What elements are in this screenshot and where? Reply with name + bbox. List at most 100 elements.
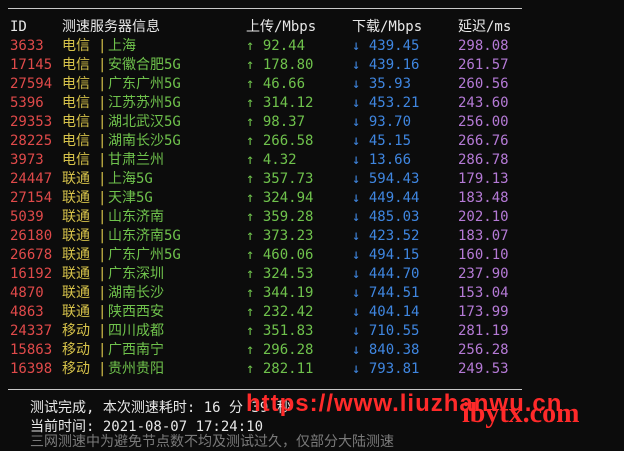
latency-value: 153.04 bbox=[458, 285, 509, 301]
download-speed: ↓ 710.55 bbox=[352, 323, 420, 339]
upload-speed: ↑ 324.94 bbox=[246, 190, 314, 206]
server-id: 24447 bbox=[10, 171, 53, 187]
upload-speed: ↑ 266.58 bbox=[246, 133, 314, 149]
server-id: 16192 bbox=[10, 266, 53, 282]
download-speed: ↓ 840.38 bbox=[352, 342, 420, 358]
separator: | bbox=[98, 361, 107, 377]
download-speed: ↓ 594.43 bbox=[352, 171, 420, 187]
server-id: 26180 bbox=[10, 228, 53, 244]
download-speed: ↓ 485.03 bbox=[352, 209, 420, 225]
download-speed: ↓ 494.15 bbox=[352, 247, 420, 263]
latency-value: 173.99 bbox=[458, 304, 509, 320]
latency-value: 237.90 bbox=[458, 266, 509, 282]
download-speed: ↓ 404.14 bbox=[352, 304, 420, 320]
download-speed: ↓ 35.93 bbox=[352, 76, 412, 92]
isp-name: 电信 bbox=[62, 152, 90, 168]
server-location: 上海 bbox=[108, 38, 136, 54]
server-id: 5396 bbox=[10, 95, 44, 111]
separator: | bbox=[98, 190, 107, 206]
download-speed: ↓ 439.16 bbox=[352, 57, 420, 73]
upload-speed: ↑ 344.19 bbox=[246, 285, 314, 301]
server-location: 四川成都 bbox=[108, 323, 164, 339]
latency-value: 281.19 bbox=[458, 323, 509, 339]
isp-name: 移动 bbox=[62, 361, 90, 377]
latency-value: 256.28 bbox=[458, 342, 509, 358]
server-id: 26678 bbox=[10, 247, 53, 263]
header-download: 下载/Mbps bbox=[352, 19, 423, 35]
server-location: 广东广州5G bbox=[108, 76, 181, 92]
separator: | bbox=[98, 247, 107, 263]
upload-speed: ↑ 46.66 bbox=[246, 76, 306, 92]
download-speed: ↓ 93.70 bbox=[352, 114, 412, 130]
download-speed: ↓ 423.52 bbox=[352, 228, 420, 244]
isp-name: 电信 bbox=[62, 38, 90, 54]
download-speed: ↓ 449.44 bbox=[352, 190, 420, 206]
header-id: ID bbox=[10, 19, 27, 35]
separator: | bbox=[98, 171, 107, 187]
latency-value: 286.78 bbox=[458, 152, 509, 168]
upload-speed: ↑ 359.28 bbox=[246, 209, 314, 225]
server-id: 4870 bbox=[10, 285, 44, 301]
separator: | bbox=[98, 209, 107, 225]
server-location: 上海5G bbox=[108, 171, 153, 187]
server-location: 湖南长沙 bbox=[108, 285, 164, 301]
server-id: 15863 bbox=[10, 342, 53, 358]
server-location: 陕西西安 bbox=[108, 304, 164, 320]
server-location: 甘肃兰州 bbox=[108, 152, 164, 168]
terminal-window: ID 测速服务器信息 上传/Mbps 下载/Mbps 延迟/ms 3633 电信 |… bbox=[0, 0, 624, 450]
isp-name: 联通 bbox=[62, 171, 90, 187]
server-id: 17145 bbox=[10, 57, 53, 73]
isp-name: 电信 bbox=[62, 57, 90, 73]
separator: | bbox=[98, 266, 107, 282]
server-location: 湖北武汉5G bbox=[108, 114, 181, 130]
separator: | bbox=[98, 323, 107, 339]
separator: | bbox=[98, 133, 107, 149]
isp-name: 移动 bbox=[62, 323, 90, 339]
isp-name: 联通 bbox=[62, 228, 90, 244]
server-id: 27154 bbox=[10, 190, 53, 206]
server-id: 27594 bbox=[10, 76, 53, 92]
download-speed: ↓ 439.45 bbox=[352, 38, 420, 54]
server-id: 28225 bbox=[10, 133, 53, 149]
upload-speed: ↑ 92.44 bbox=[246, 38, 306, 54]
divider-top bbox=[8, 8, 522, 9]
download-speed: ↓ 793.81 bbox=[352, 361, 420, 377]
server-id: 16398 bbox=[10, 361, 53, 377]
upload-speed: ↑ 4.32 bbox=[246, 152, 297, 168]
isp-name: 联通 bbox=[62, 304, 90, 320]
isp-name: 联通 bbox=[62, 209, 90, 225]
isp-name: 电信 bbox=[62, 133, 90, 149]
latency-value: 249.53 bbox=[458, 361, 509, 377]
latency-value: 183.48 bbox=[458, 190, 509, 206]
latency-value: 298.08 bbox=[458, 38, 509, 54]
server-id: 3973 bbox=[10, 152, 44, 168]
server-location: 广西南宁 bbox=[108, 342, 164, 358]
server-location: 天津5G bbox=[108, 190, 153, 206]
separator: | bbox=[98, 38, 107, 54]
server-id: 4863 bbox=[10, 304, 44, 320]
separator: | bbox=[98, 114, 107, 130]
server-location: 山东济南5G bbox=[108, 228, 181, 244]
latency-value: 261.57 bbox=[458, 57, 509, 73]
upload-speed: ↑ 351.83 bbox=[246, 323, 314, 339]
upload-speed: ↑ 282.11 bbox=[246, 361, 314, 377]
download-speed: ↓ 453.21 bbox=[352, 95, 420, 111]
upload-speed: ↑ 314.12 bbox=[246, 95, 314, 111]
upload-speed: ↑ 324.53 bbox=[246, 266, 314, 282]
upload-speed: ↑ 357.73 bbox=[246, 171, 314, 187]
server-location: 湖南长沙5G bbox=[108, 133, 181, 149]
upload-speed: ↑ 460.06 bbox=[246, 247, 314, 263]
server-location: 山东济南 bbox=[108, 209, 164, 225]
latency-value: 266.76 bbox=[458, 133, 509, 149]
upload-speed: ↑ 296.28 bbox=[246, 342, 314, 358]
server-location: 贵州贵阳 bbox=[108, 361, 164, 377]
upload-speed: ↑ 178.80 bbox=[246, 57, 314, 73]
isp-name: 电信 bbox=[62, 76, 90, 92]
latency-value: 256.00 bbox=[458, 114, 509, 130]
server-location: 广东广州5G bbox=[108, 247, 181, 263]
server-location: 安徽合肥5G bbox=[108, 57, 181, 73]
server-location: 江苏苏州5G bbox=[108, 95, 181, 111]
latency-value: 243.60 bbox=[458, 95, 509, 111]
latency-value: 183.07 bbox=[458, 228, 509, 244]
separator: | bbox=[98, 285, 107, 301]
